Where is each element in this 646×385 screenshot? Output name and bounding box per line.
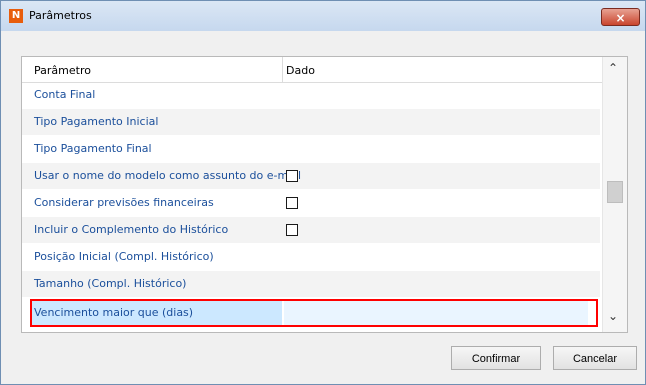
parameter-row[interactable]: Considerar previsões financeiras <box>22 190 600 216</box>
parameter-row[interactable]: Posição Inicial (Compl. Histórico) <box>22 244 600 270</box>
grid-header: Parâmetro Dado <box>22 57 602 83</box>
parameter-label: Conta Final <box>34 88 96 101</box>
history-complement-checkbox[interactable] <box>286 224 298 236</box>
parameter-label: Tamanho (Compl. Histórico) <box>34 277 187 290</box>
parametros-dialog: N Parâmetros × Parâmetro Dado Conta Fina… <box>0 0 646 385</box>
window-title: Parâmetros <box>29 9 92 22</box>
chevron-up-icon[interactable]: ⌃ <box>608 61 618 75</box>
parameter-row[interactable]: Usar o nome do modelo como assunto do e-… <box>22 163 600 189</box>
parameter-label: Posição Inicial (Compl. Histórico) <box>34 250 214 263</box>
parameters-grid: Parâmetro Dado Conta Final Tipo Pagament… <box>21 56 628 333</box>
vertical-scrollbar[interactable]: ⌃ ⌄ <box>602 57 627 332</box>
cancel-button[interactable]: Cancelar <box>553 346 637 370</box>
close-icon[interactable]: × <box>615 11 625 25</box>
header-dado: Dado <box>286 64 315 77</box>
close-button[interactable]: × <box>601 8 640 26</box>
title-bar: N Parâmetros × <box>1 1 645 31</box>
scroll-thumb[interactable] <box>607 181 623 203</box>
chevron-down-icon[interactable]: ⌄ <box>608 309 618 323</box>
parameter-row[interactable]: Conta Final <box>22 82 600 108</box>
forecast-checkbox[interactable] <box>286 197 298 209</box>
parameter-label: Incluir o Complemento do Histórico <box>34 223 229 236</box>
parameter-row[interactable]: Incluir o Complemento do Histórico <box>22 217 600 243</box>
parameter-label: Usar o nome do modelo como assunto do e-… <box>34 169 302 182</box>
parameter-label: Tipo Pagamento Inicial <box>34 115 159 128</box>
email-subject-checkbox[interactable] <box>286 170 298 182</box>
confirm-button[interactable]: Confirmar <box>451 346 541 370</box>
column-divider <box>282 57 283 82</box>
app-icon: N <box>9 9 23 23</box>
parameter-label: Tipo Pagamento Final <box>34 142 152 155</box>
parameter-label: Considerar previsões financeiras <box>34 196 214 209</box>
header-parametro: Parâmetro <box>34 64 91 77</box>
parameter-row[interactable]: Tamanho (Compl. Histórico) <box>22 271 600 297</box>
highlight-box <box>30 299 598 327</box>
parameter-row[interactable]: Tipo Pagamento Final <box>22 136 600 162</box>
parameter-row[interactable]: Tipo Pagamento Inicial <box>22 109 600 135</box>
